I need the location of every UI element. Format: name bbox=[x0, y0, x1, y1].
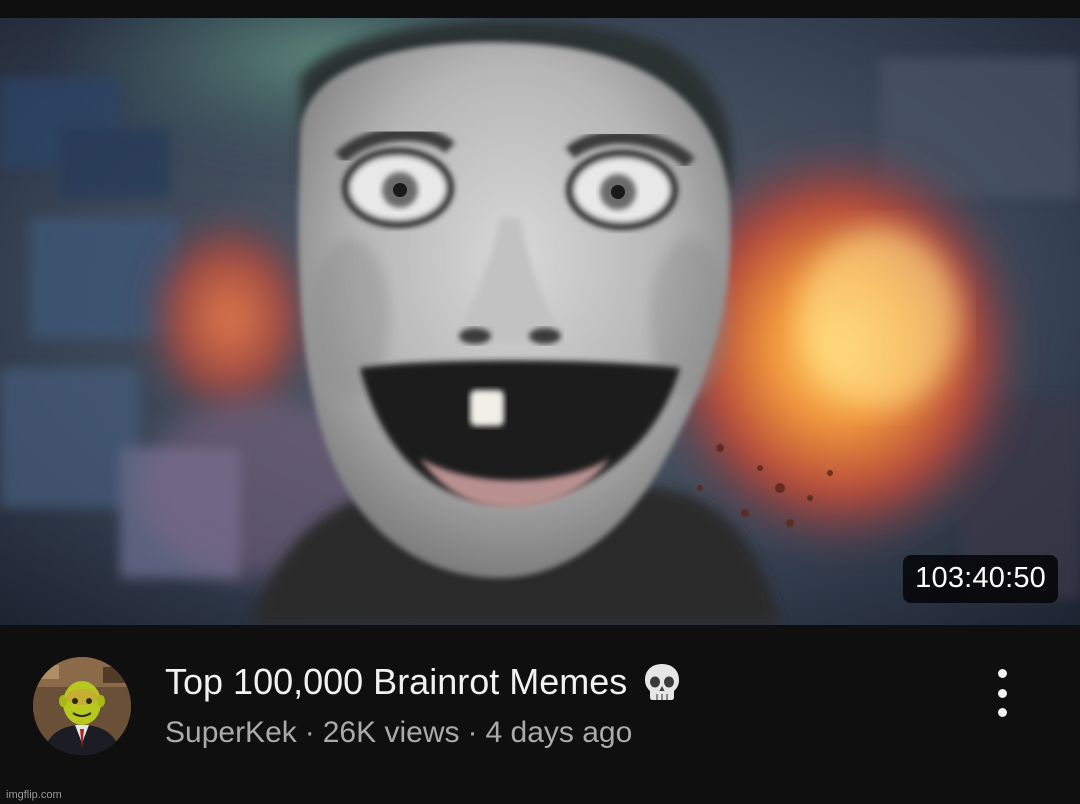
video-thumbnail[interactable]: 103:40:50 bbox=[0, 18, 1080, 625]
duration-badge: 103:40:50 bbox=[903, 555, 1058, 603]
more-options-button[interactable] bbox=[982, 665, 1022, 721]
meta-separator: · bbox=[304, 716, 315, 749]
view-count: 26K views bbox=[322, 716, 460, 749]
video-title: Top 100,000 Brainrot Memes bbox=[165, 661, 628, 702]
channel-name[interactable]: SuperKek bbox=[165, 716, 297, 749]
video-title-link[interactable]: Top 100,000 Brainrot Memes bbox=[165, 659, 965, 705]
watermark: imgflip.com bbox=[6, 789, 62, 801]
more-vertical-icon-dot bbox=[997, 688, 1007, 698]
more-vertical-icon bbox=[997, 669, 1007, 678]
video-card: 103:40:50 Top 100,000 Brainrot Memes Sup… bbox=[0, 0, 1080, 804]
avatar-image bbox=[33, 657, 131, 755]
skull-icon bbox=[641, 661, 683, 703]
video-meta: SuperKek · 26K views · 4 days ago bbox=[165, 715, 965, 751]
publish-date: 4 days ago bbox=[485, 716, 633, 749]
meta-separator: · bbox=[467, 716, 478, 749]
video-details: Top 100,000 Brainrot Memes SuperKek · 26K … bbox=[165, 659, 965, 751]
more-vertical-icon-dot bbox=[997, 708, 1007, 717]
channel-avatar[interactable] bbox=[33, 657, 131, 755]
thumbnail-image bbox=[0, 18, 1080, 625]
